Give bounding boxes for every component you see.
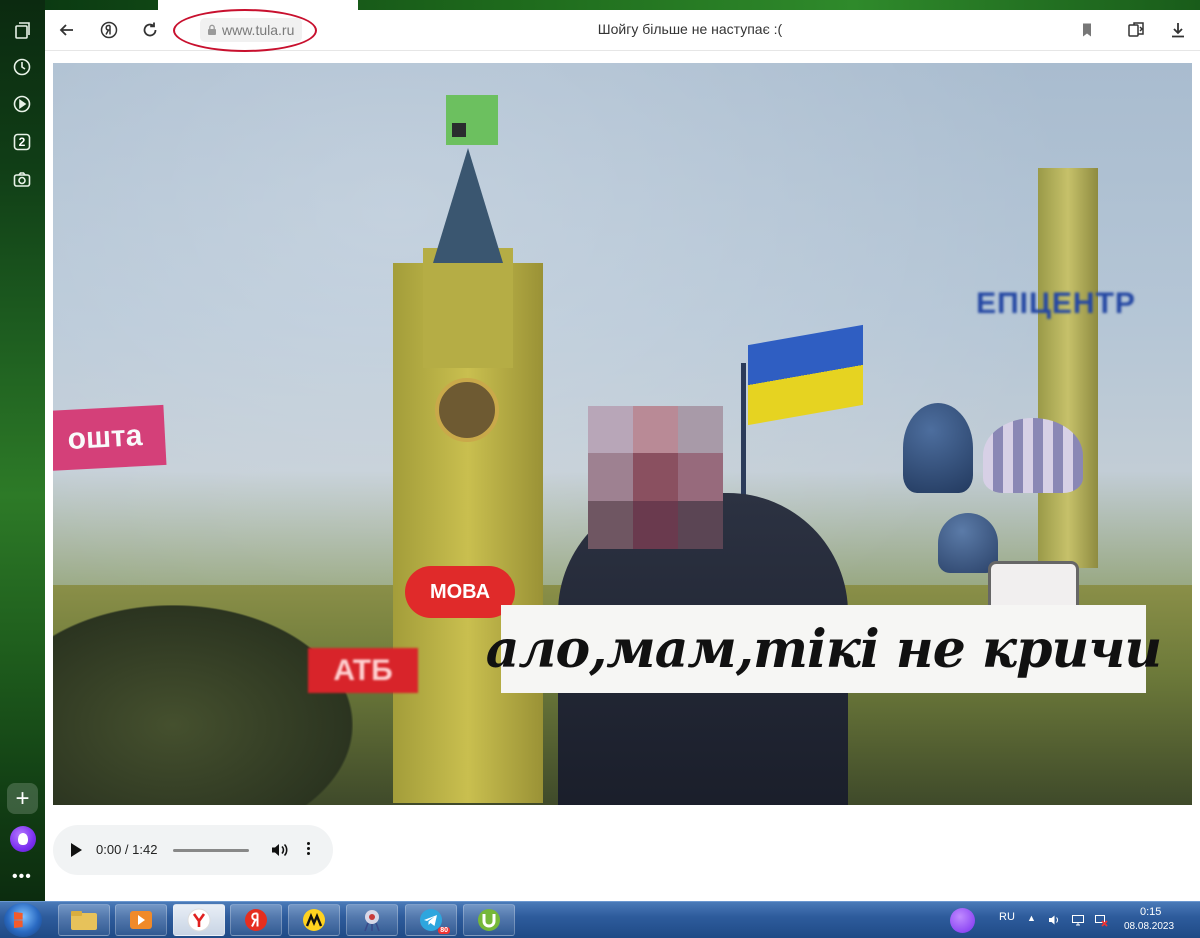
yandex-taskbar-button[interactable] bbox=[230, 904, 282, 936]
network-error-tray-icon[interactable] bbox=[1094, 913, 1108, 927]
page-title: Шойгу більше не наступає :( bbox=[597, 21, 783, 37]
windows-taskbar: 80 RU ▲ 0:15 08.08.2023 bbox=[0, 901, 1200, 938]
satellite-icon bbox=[364, 910, 380, 932]
more-dots-icon[interactable]: ••• bbox=[12, 868, 32, 886]
utorrent-icon bbox=[478, 909, 500, 931]
telegram-unread-badge: 80 bbox=[438, 927, 450, 934]
back-button[interactable] bbox=[55, 18, 79, 42]
clock-time[interactable]: 0:15 bbox=[1140, 906, 1161, 918]
clock-date[interactable]: 08.08.2023 bbox=[1124, 921, 1174, 932]
yandex-logo-icon bbox=[100, 21, 118, 39]
sign-atb: ATБ bbox=[308, 648, 418, 693]
audio-player: 0:00 / 1:42 bbox=[53, 825, 333, 875]
yandex-browser-icon bbox=[187, 908, 211, 932]
yandex-y-icon bbox=[245, 909, 267, 931]
folder-icon bbox=[71, 911, 97, 930]
volume-icon[interactable] bbox=[269, 840, 289, 860]
tower-star bbox=[446, 95, 498, 145]
yandex-home-button[interactable] bbox=[97, 18, 121, 42]
sign-epicentr: ЕПІЦЕНТР bbox=[976, 287, 1136, 320]
browser-sidebar: 2 + ••• bbox=[0, 0, 45, 901]
bookmark-button[interactable] bbox=[1075, 18, 1099, 42]
language-indicator[interactable]: RU bbox=[999, 911, 1015, 923]
cathedral-spire bbox=[1038, 168, 1098, 568]
tower-spire bbox=[433, 148, 503, 263]
tray-expand-icon[interactable]: ▲ bbox=[1027, 913, 1036, 923]
video-icon[interactable] bbox=[10, 92, 34, 116]
utorrent-taskbar-button[interactable] bbox=[463, 904, 515, 936]
trees bbox=[53, 605, 353, 805]
download-icon bbox=[1172, 23, 1184, 38]
media-player-icon bbox=[130, 911, 152, 929]
active-tab[interactable] bbox=[158, 0, 358, 10]
bookmark-icon bbox=[1083, 23, 1091, 37]
reload-button[interactable] bbox=[138, 18, 162, 42]
extensions-icon bbox=[1128, 22, 1144, 37]
yandex-browser-taskbar-button[interactable] bbox=[173, 904, 225, 936]
tab-counter-label: 2 bbox=[18, 135, 26, 149]
address-bar: www.tula.ru Шойгу більше не наступає :( bbox=[45, 9, 1200, 52]
plus-icon: + bbox=[15, 784, 30, 812]
sign-poshta: ошта bbox=[53, 404, 167, 472]
speaker-tray-icon[interactable] bbox=[1047, 913, 1061, 927]
alice-tray-icon[interactable] bbox=[950, 908, 975, 933]
start-button[interactable] bbox=[4, 903, 42, 937]
telegram-taskbar-button[interactable]: 80 bbox=[405, 904, 457, 936]
audio-time: 0:00 / 1:42 bbox=[96, 842, 158, 857]
network-app-taskbar-button[interactable] bbox=[346, 904, 398, 936]
sign-red-oval: МОВА bbox=[405, 566, 515, 618]
screenshot-icon[interactable] bbox=[10, 168, 34, 192]
pixelated-face bbox=[588, 406, 723, 549]
downloads-button[interactable] bbox=[1166, 18, 1190, 42]
back-arrow-icon bbox=[59, 24, 73, 36]
history-icon[interactable] bbox=[10, 55, 34, 79]
url-text: www.tula.ru bbox=[222, 22, 295, 38]
tab-strip bbox=[45, 0, 1200, 10]
play-icon[interactable] bbox=[71, 843, 82, 857]
yandex-market-icon bbox=[303, 909, 325, 931]
url-field[interactable]: www.tula.ru bbox=[200, 18, 303, 42]
explorer-taskbar-button[interactable] bbox=[58, 904, 110, 936]
cathedral-dome-striped bbox=[983, 418, 1083, 493]
alice-assistant-icon[interactable] bbox=[10, 826, 36, 852]
display-tray-icon[interactable] bbox=[1071, 913, 1085, 927]
video-frame[interactable]: ошта МОВА ATБ ЕПІЦЕНТР ало,мам,тікі не к… bbox=[53, 63, 1192, 805]
caption-text: ало,мам,тікі не кричи bbox=[485, 618, 1162, 680]
yandex-market-taskbar-button[interactable] bbox=[288, 904, 340, 936]
add-panel-button[interactable]: + bbox=[7, 783, 38, 814]
more-options-icon[interactable] bbox=[305, 840, 311, 860]
video-caption: ало,мам,тікі не кричи bbox=[486, 605, 1162, 693]
extensions-button[interactable] bbox=[1124, 18, 1148, 42]
tower-clock bbox=[435, 378, 499, 442]
tab-counter-icon[interactable]: 2 bbox=[10, 130, 34, 154]
cathedral-dome bbox=[903, 403, 973, 493]
collections-icon[interactable] bbox=[10, 19, 34, 43]
lock-icon bbox=[208, 24, 216, 35]
audio-progress-track[interactable] bbox=[173, 849, 249, 852]
media-player-taskbar-button[interactable] bbox=[115, 904, 167, 936]
reload-icon bbox=[143, 22, 157, 37]
